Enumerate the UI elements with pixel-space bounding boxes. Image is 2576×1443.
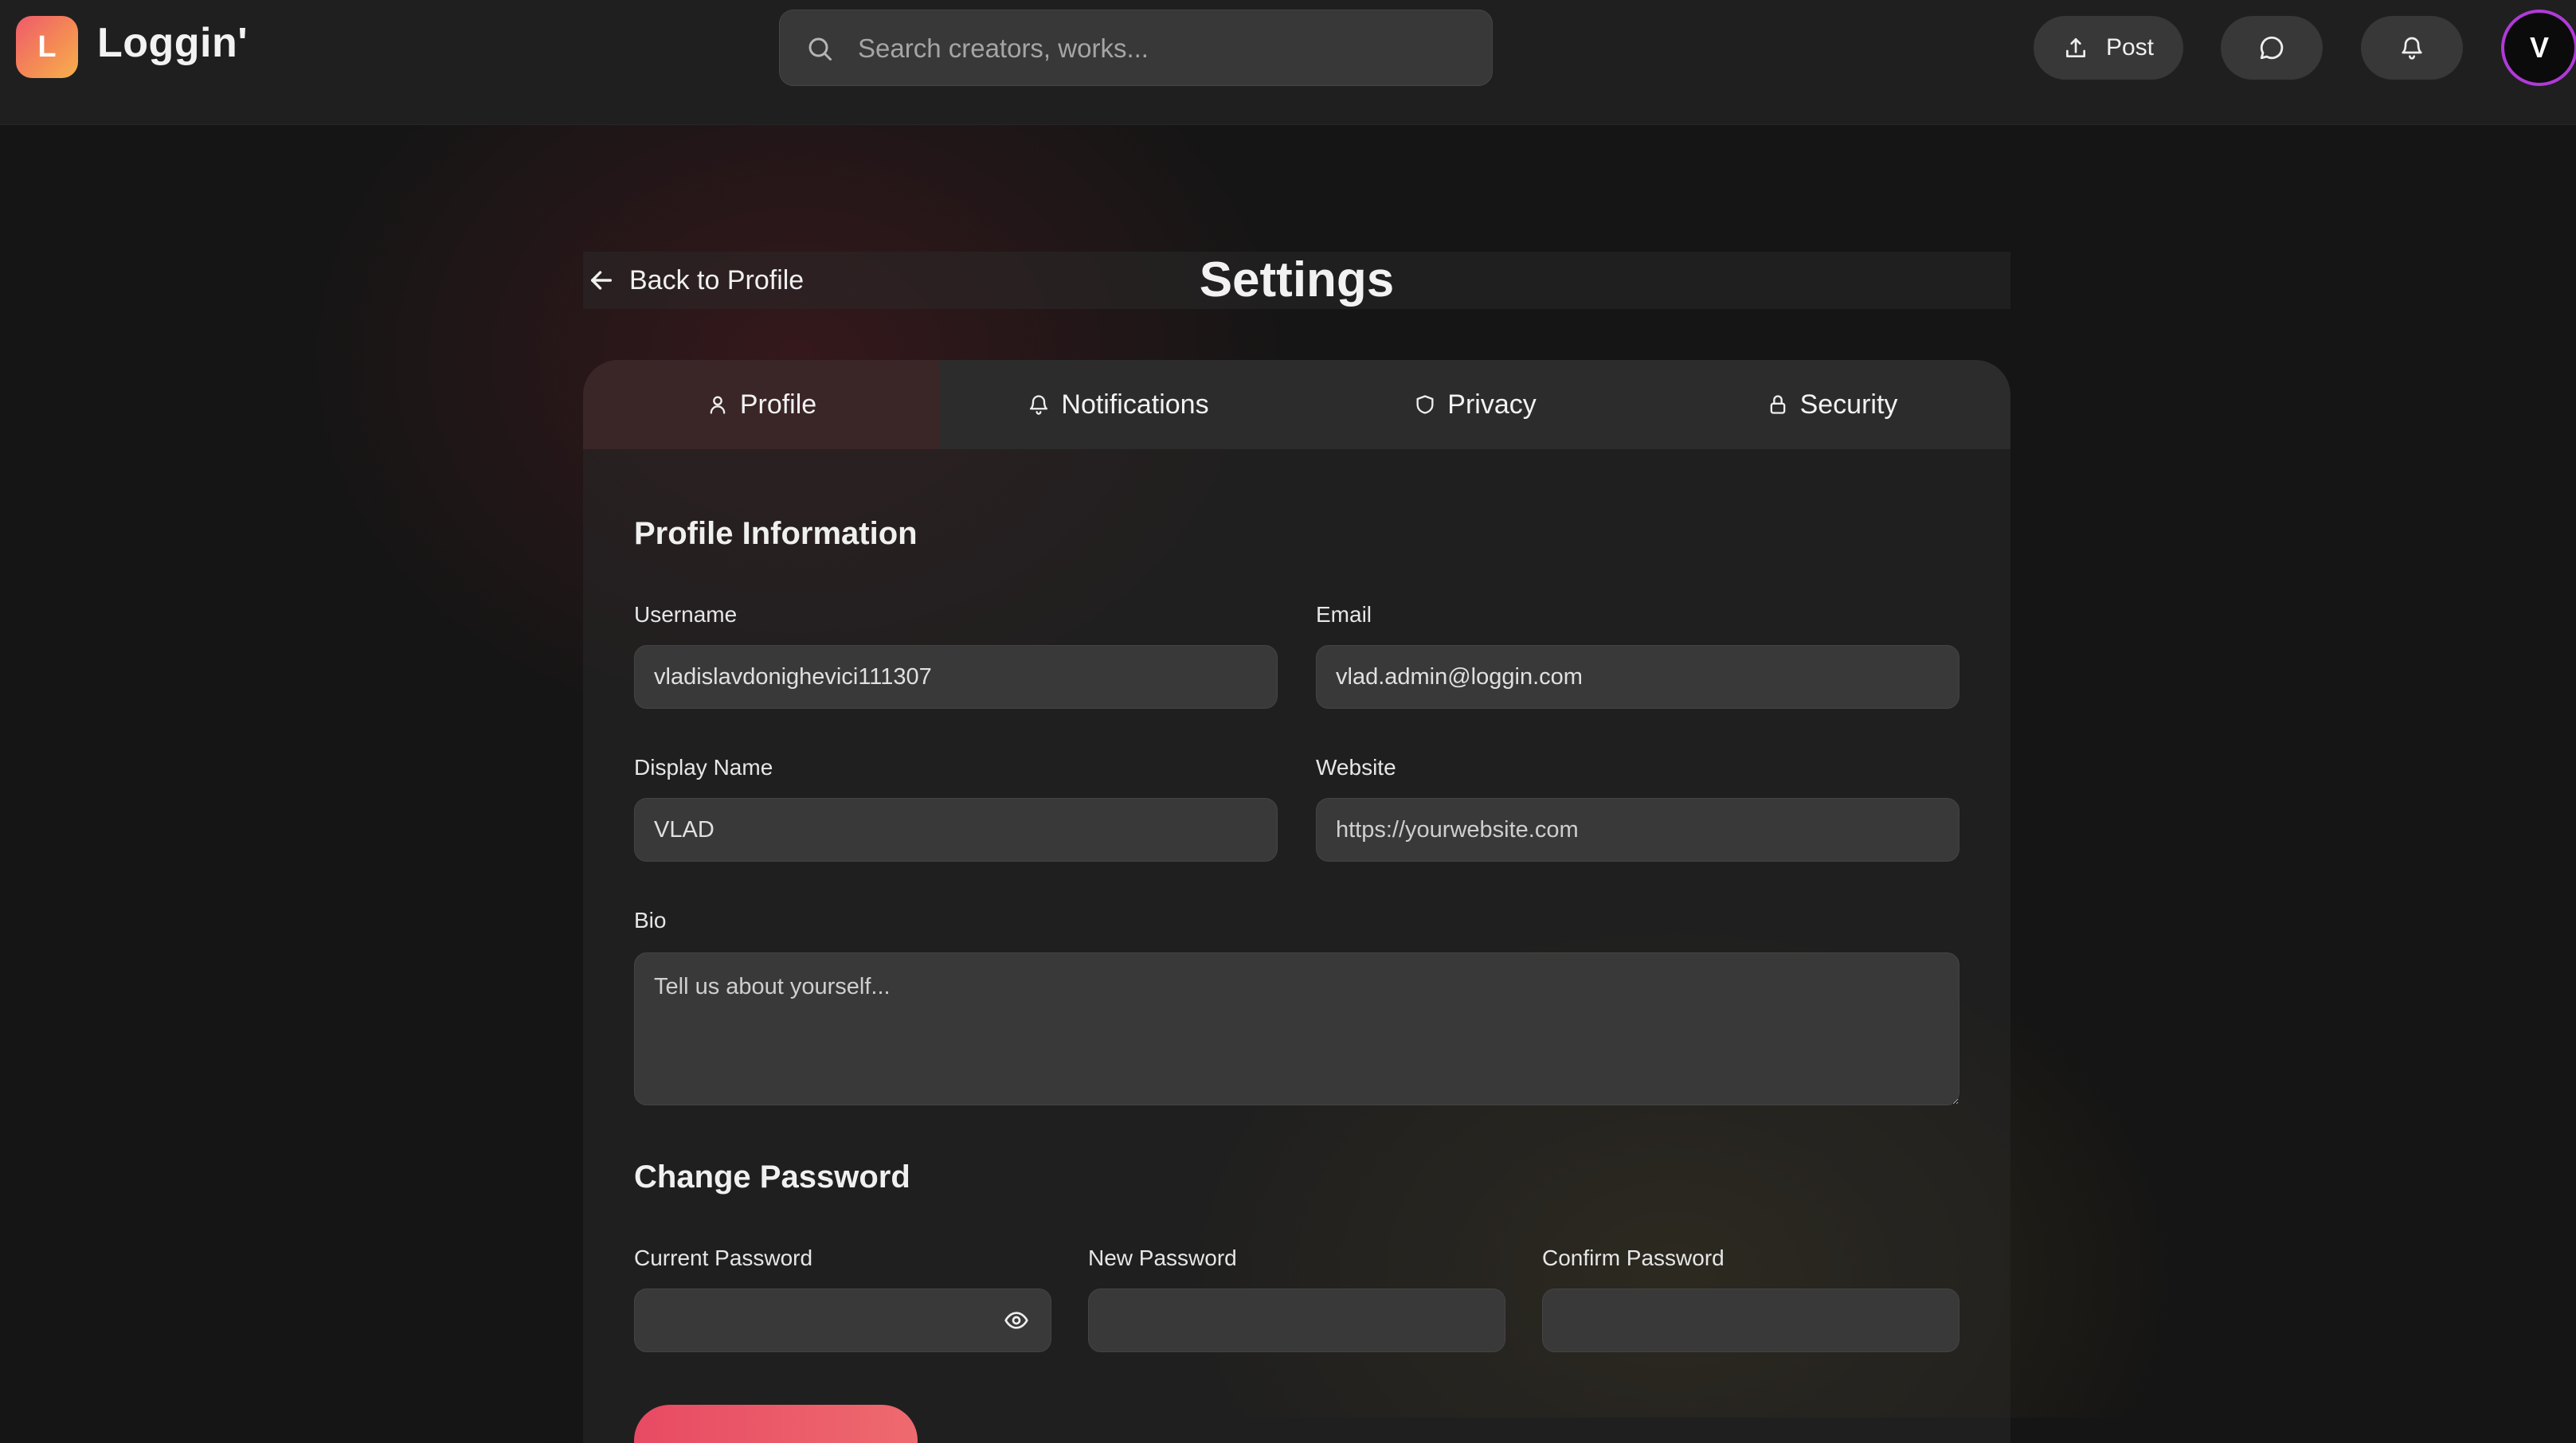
search-icon (808, 37, 832, 61)
app-name[interactable]: Loggin' (97, 19, 248, 67)
settings-card: Profile Notifications Privacy Security P… (583, 360, 2010, 1443)
message-icon (2260, 36, 2284, 60)
new-password-label: New Password (1088, 1246, 1237, 1270)
tab-label: Security (1799, 389, 1898, 420)
search-bar[interactable] (779, 10, 1493, 87)
settings-tabs: Profile Notifications Privacy Security (583, 360, 2010, 449)
tab-label: Profile (739, 389, 817, 420)
back-to-profile-link[interactable]: Back to Profile (583, 252, 804, 309)
back-link-label: Back to Profile (629, 264, 805, 295)
post-button[interactable]: Post (2034, 16, 2183, 80)
bell-icon (1030, 395, 1048, 415)
settings-header: Back to Profile Settings (583, 252, 2010, 309)
tab-security[interactable]: Security (1654, 360, 2010, 449)
tab-profile[interactable]: Profile (583, 360, 940, 449)
post-button-label: Post (2105, 34, 2155, 61)
arrow-left-icon (590, 271, 613, 290)
email-label: Email (1316, 602, 1372, 627)
search-input[interactable] (856, 10, 1465, 87)
notifications-button[interactable] (2361, 16, 2463, 80)
bio-textarea[interactable] (634, 952, 1959, 1105)
username-input[interactable] (634, 645, 1278, 709)
app-logo[interactable]: L (16, 16, 78, 78)
tab-privacy[interactable]: Privacy (1297, 360, 1654, 449)
confirm-password-label: Confirm Password (1542, 1246, 1725, 1270)
tab-label: Privacy (1447, 389, 1537, 420)
email-input[interactable] (1316, 645, 1959, 709)
lock-icon (1770, 395, 1785, 414)
username-label: Username (634, 602, 738, 627)
messages-button[interactable] (2221, 16, 2323, 80)
top-bar: L Loggin' Post V (0, 0, 2576, 125)
display-name-label: Display Name (634, 755, 773, 780)
website-input[interactable] (1316, 798, 1959, 862)
current-password-label: Current Password (634, 1246, 813, 1270)
website-label: Website (1316, 755, 1396, 780)
display-name-input[interactable] (634, 798, 1278, 862)
bell-icon (2402, 37, 2422, 60)
tab-notifications[interactable]: Notifications (940, 360, 1297, 449)
user-icon (710, 396, 726, 414)
shield-icon (1416, 395, 1434, 414)
save-password-button[interactable] (634, 1405, 918, 1443)
new-password-input[interactable] (1088, 1289, 1505, 1352)
current-password-input[interactable] (634, 1289, 1051, 1352)
tab-label: Notifications (1061, 389, 1209, 420)
user-avatar[interactable]: V (2501, 10, 2576, 86)
confirm-password-input[interactable] (1542, 1289, 1959, 1352)
upload-icon (2065, 38, 2085, 57)
password-section-title: Change Password (634, 1159, 910, 1195)
profile-section-title: Profile Information (634, 516, 918, 551)
eye-icon[interactable] (1004, 1308, 1029, 1333)
bio-label: Bio (634, 908, 667, 933)
